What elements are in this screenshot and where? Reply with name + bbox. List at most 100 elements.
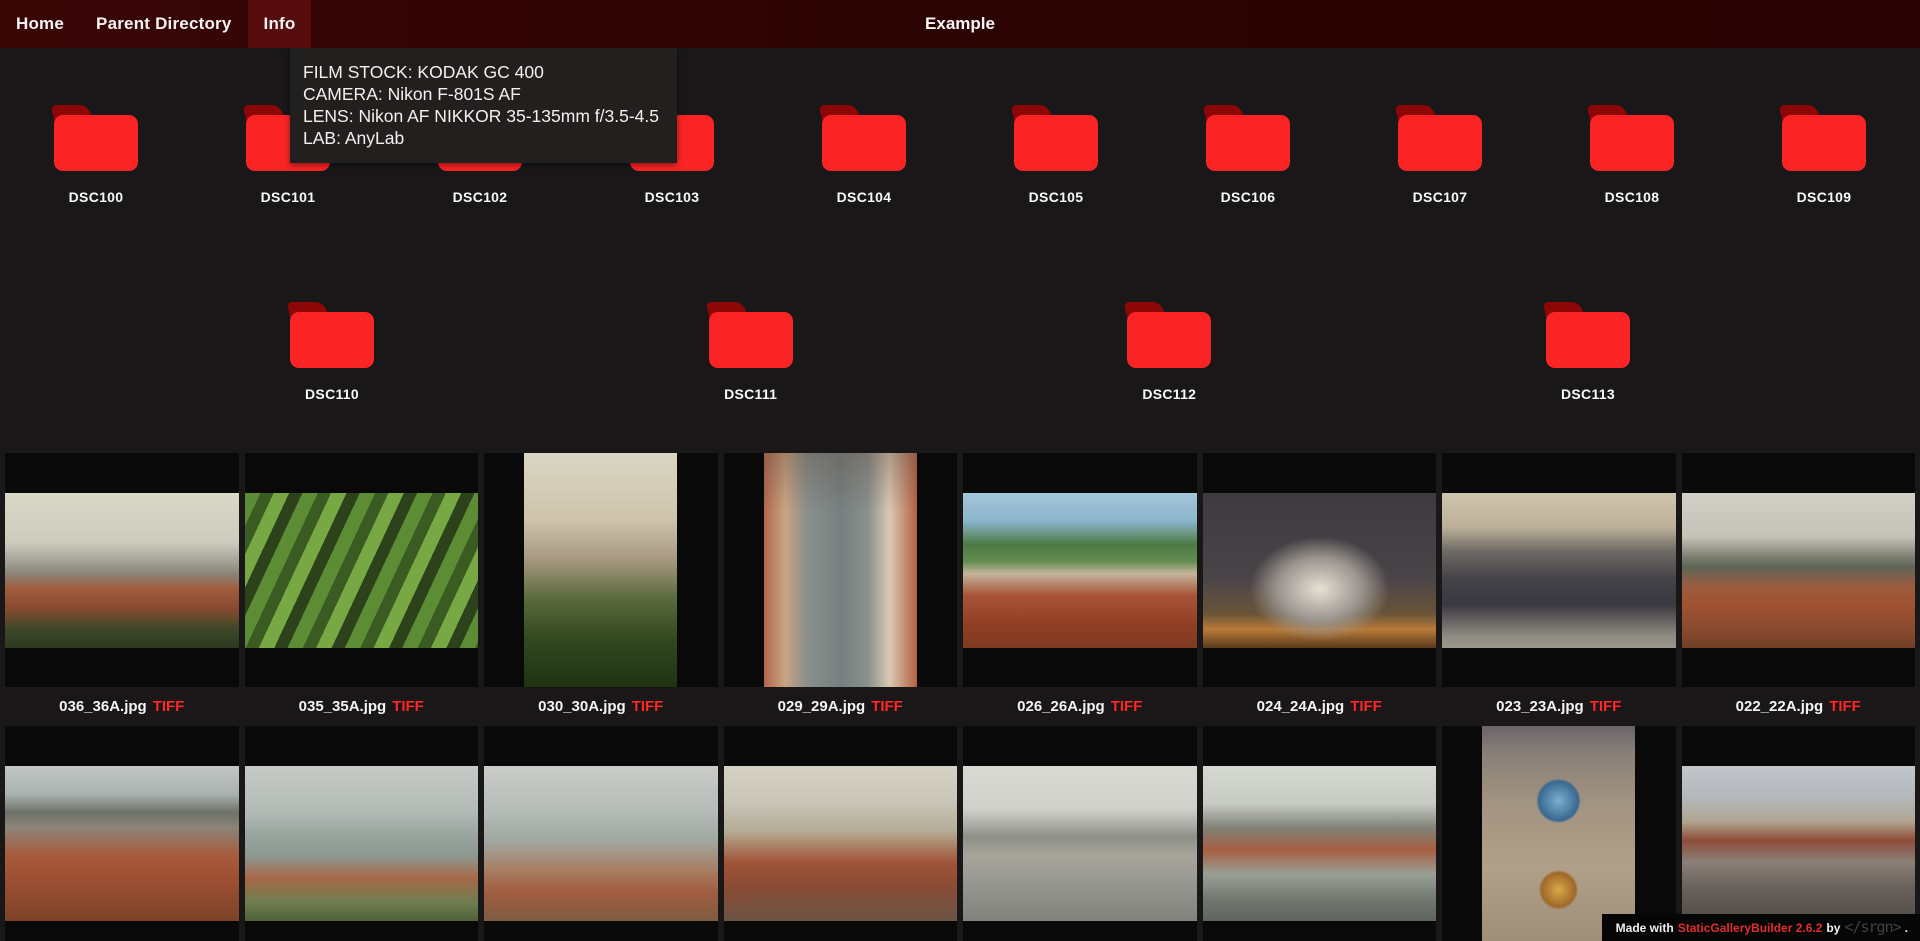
folder-dsc106[interactable]: DSC106 bbox=[1188, 105, 1308, 205]
gallery-item-030_30a.jpg[interactable]: 030_30A.jpg TIFF bbox=[484, 453, 718, 726]
photo-bridge-statue-river-boat bbox=[963, 765, 1197, 921]
folder-label: DSC107 bbox=[1412, 189, 1468, 205]
folder-label: DSC110 bbox=[305, 386, 359, 402]
nav-item-info[interactable]: Info bbox=[247, 0, 312, 48]
folder-icon bbox=[1542, 302, 1630, 368]
thumbnail-tile bbox=[1202, 726, 1436, 941]
gallery-item-026_26a.jpg[interactable]: 026_26A.jpg TIFF bbox=[963, 453, 1197, 726]
folder-icon bbox=[705, 302, 793, 368]
photo-castle-panorama bbox=[1681, 492, 1915, 648]
photo-hillside-trees-over-city bbox=[524, 453, 678, 687]
folder-dsc112[interactable]: DSC112 bbox=[1109, 302, 1229, 402]
info-panel-line-1: CAMERA: Nikon F-801S AF bbox=[303, 84, 521, 104]
photo-old-town-street-crowd bbox=[1681, 765, 1915, 921]
folder-dsc105[interactable]: DSC105 bbox=[996, 105, 1116, 205]
gallery-item-river-bridge-panorama[interactable] bbox=[244, 726, 478, 941]
gallery-item-022_22a.jpg[interactable]: 022_22A.jpg TIFF bbox=[1681, 453, 1916, 726]
folder-dsc110[interactable]: DSC110 bbox=[272, 302, 392, 402]
thumbnail-label: 023_23A.jpg TIFF bbox=[1442, 687, 1676, 726]
thumbnail-tile bbox=[963, 726, 1197, 941]
folder-dsc111[interactable]: DSC111 bbox=[691, 302, 811, 402]
folder-label: DSC112 bbox=[1142, 386, 1197, 402]
thumbnail-format-tag[interactable]: TIFF bbox=[1350, 698, 1382, 715]
info-panel-line-3: LAB: AnyLab bbox=[303, 128, 405, 148]
folder-label: DSC106 bbox=[1220, 189, 1276, 205]
folder-label: DSC108 bbox=[1604, 189, 1660, 205]
thumbnail-format-tag[interactable]: TIFF bbox=[871, 698, 903, 715]
thumbnail-tile bbox=[484, 726, 718, 941]
thumbnail-format-tag[interactable]: TIFF bbox=[1590, 698, 1622, 715]
thumbnail-tile bbox=[244, 726, 478, 941]
folder-dsc113[interactable]: DSC113 bbox=[1528, 302, 1648, 402]
gallery-item-036_36a.jpg[interactable]: 036_36A.jpg TIFF bbox=[5, 453, 239, 726]
photo-red-rooftops-green-hill bbox=[963, 492, 1197, 648]
gallery-item-castle-hill-rooftops[interactable] bbox=[5, 726, 239, 941]
thumbnail-filename: 030_30A.jpg bbox=[538, 698, 626, 715]
thumbnail-label: 026_26A.jpg TIFF bbox=[963, 687, 1197, 726]
thumbnail-label: 035_35A.jpg TIFF bbox=[245, 687, 479, 726]
folder-body-shape bbox=[1398, 115, 1482, 171]
navbar: Home Parent Directory Info Example bbox=[0, 0, 1920, 48]
thumbnail-filename: 026_26A.jpg bbox=[1017, 698, 1105, 715]
gallery-item-riverfront-buildings[interactable] bbox=[723, 726, 957, 941]
gallery-item-024_24a.jpg[interactable]: 024_24A.jpg TIFF bbox=[1202, 453, 1437, 726]
footer-credit: Made with StaticGalleryBuilder 2.6.2 by … bbox=[1601, 914, 1920, 941]
folder-dsc104[interactable]: DSC104 bbox=[804, 105, 924, 205]
photo-castle-across-river bbox=[1202, 765, 1436, 921]
thumbnail-filename: 023_23A.jpg bbox=[1496, 698, 1584, 715]
folder-icon bbox=[286, 302, 374, 368]
static-gallery-builder-link[interactable]: StaticGalleryBuilder 2.6.2 bbox=[1678, 921, 1823, 935]
nav-item-parent-directory[interactable]: Parent Directory bbox=[80, 0, 247, 48]
folder-dsc109[interactable]: DSC109 bbox=[1764, 105, 1884, 205]
thumbnail-format-tag[interactable]: TIFF bbox=[632, 698, 664, 715]
folder-dsc107[interactable]: DSC107 bbox=[1380, 105, 1500, 205]
thumbnail-filename: 036_36A.jpg bbox=[59, 698, 147, 715]
thumbnail-label: 030_30A.jpg TIFF bbox=[484, 687, 718, 726]
photo-aerial-town-square bbox=[763, 453, 917, 687]
gallery-item-hazy-city-panorama[interactable] bbox=[484, 726, 718, 941]
gallery-item-023_23a.jpg[interactable]: 023_23A.jpg TIFF bbox=[1442, 453, 1676, 726]
nav-item-home[interactable]: Home bbox=[0, 0, 80, 48]
thumbnail-filename: 022_22A.jpg bbox=[1735, 698, 1824, 715]
photo-riverfront-buildings bbox=[723, 765, 957, 921]
folder-icon bbox=[1586, 105, 1674, 171]
folder-body-shape bbox=[290, 312, 374, 368]
gallery-item-castle-across-river[interactable] bbox=[1202, 726, 1436, 941]
thumbnail-format-tag[interactable]: TIFF bbox=[1829, 698, 1861, 715]
gallery-item-bridge-statue-river-boat[interactable] bbox=[963, 726, 1197, 941]
folder-body-shape bbox=[54, 115, 138, 171]
gallery-item-old-town-street-crowd[interactable] bbox=[1681, 726, 1915, 941]
thumbnail-tile bbox=[723, 453, 957, 687]
thumbnail-label: 029_29A.jpg TIFF bbox=[724, 687, 958, 726]
gallery-section: 036_36A.jpg TIFF 035_35A.jpg TIFF 030_30A.jp… bbox=[0, 453, 1920, 941]
thumbnail-tile bbox=[484, 453, 718, 687]
folder-icon bbox=[1123, 302, 1212, 368]
thumbnail-tile bbox=[1442, 453, 1676, 687]
folder-body-shape bbox=[1590, 115, 1674, 171]
folder-dsc100[interactable]: DSC100 bbox=[36, 105, 156, 205]
gallery-item-029_29a.jpg[interactable]: 029_29A.jpg TIFF bbox=[723, 453, 958, 726]
thumbnail-tile bbox=[1681, 453, 1915, 687]
folder-icon bbox=[1778, 105, 1866, 171]
folder-label: DSC100 bbox=[68, 189, 124, 205]
folder-icon bbox=[1394, 105, 1482, 171]
thumbnail-format-tag[interactable]: TIFF bbox=[153, 698, 185, 715]
thumbnail-tile bbox=[1442, 726, 1676, 941]
thumbnail-label: 024_24A.jpg TIFF bbox=[1203, 687, 1437, 726]
folder-label: DSC111 bbox=[724, 386, 778, 402]
gallery-item-035_35a.jpg[interactable]: 035_35A.jpg TIFF bbox=[244, 453, 479, 726]
thumbnail-format-tag[interactable]: TIFF bbox=[1111, 698, 1143, 715]
thumbnail-format-tag[interactable]: TIFF bbox=[392, 698, 424, 715]
folder-dsc108[interactable]: DSC108 bbox=[1572, 105, 1692, 205]
srgn-logo[interactable]: </srgn> bbox=[1844, 918, 1901, 936]
folder-label: DSC105 bbox=[1028, 189, 1084, 205]
gallery-item-astronomical-clock[interactable] bbox=[1442, 726, 1676, 941]
folder-label: DSC102 bbox=[452, 189, 508, 205]
footer-by: by bbox=[1826, 921, 1841, 935]
photo-bridge-crowd bbox=[1442, 492, 1676, 648]
footer-period: . bbox=[1904, 921, 1908, 935]
thumbnail-label: 036_36A.jpg TIFF bbox=[5, 687, 239, 726]
thumbnail-tile bbox=[1202, 453, 1436, 687]
thumbnail-tile bbox=[1681, 726, 1915, 941]
thumbnail-label: 022_22A.jpg TIFF bbox=[1682, 687, 1916, 726]
